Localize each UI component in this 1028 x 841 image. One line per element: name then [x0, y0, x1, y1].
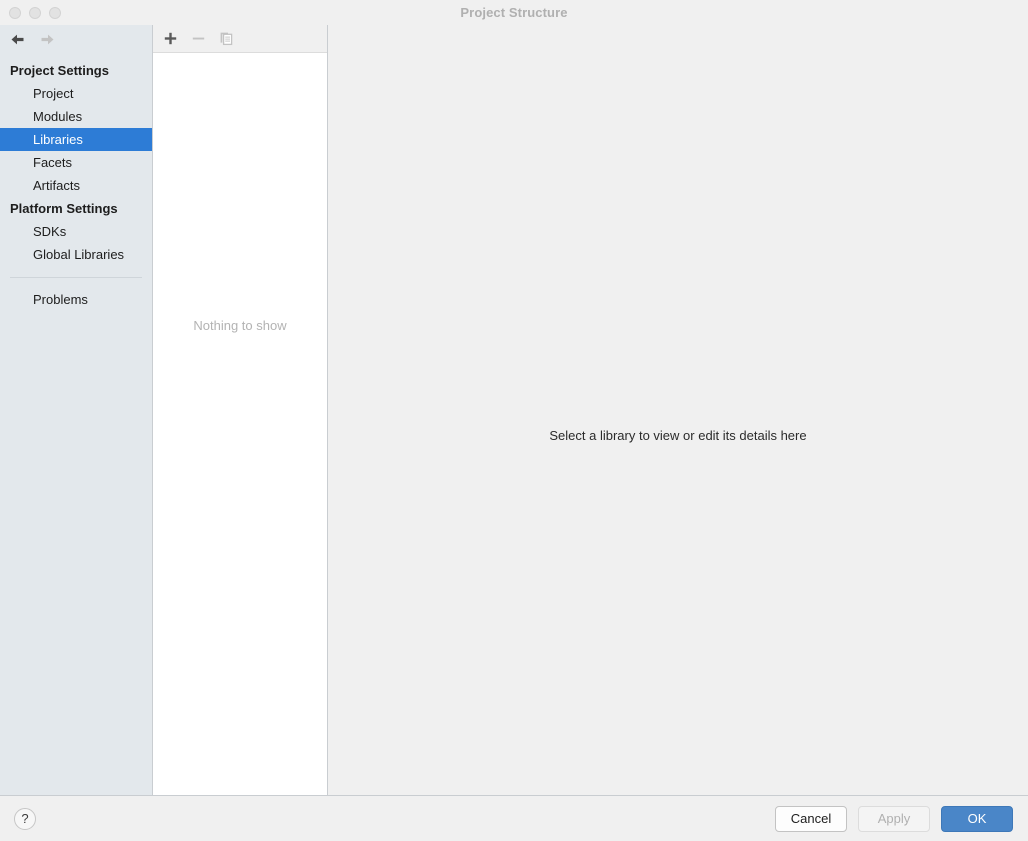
- minimize-window-button[interactable]: [29, 6, 41, 19]
- cancel-button[interactable]: Cancel: [775, 805, 847, 832]
- sidebar-group-project-settings: Project Settings: [10, 63, 109, 78]
- libraries-toolbar: [153, 25, 327, 53]
- dialog-footer: ? Cancel Apply OK: [0, 795, 1028, 841]
- sidebar-item-problems[interactable]: Problems: [0, 288, 152, 311]
- arrow-right-icon: [39, 31, 56, 48]
- sidebar-navigation-bar: [0, 25, 152, 54]
- detail-placeholder-message: Select a library to view or edit its det…: [549, 428, 807, 443]
- libraries-list-panel: Nothing to show: [153, 25, 328, 795]
- library-detail-pane: Select a library to view or edit its det…: [328, 25, 1028, 795]
- sidebar-item-artifacts[interactable]: Artifacts: [0, 174, 152, 197]
- settings-sidebar: Project Settings Project Modules Librari…: [0, 25, 153, 795]
- plus-icon[interactable]: [162, 30, 179, 47]
- project-structure-dialog: Project Structure Project Settings Proje…: [0, 0, 1028, 841]
- title-bar: Project Structure: [0, 0, 1028, 25]
- sidebar-divider: [10, 277, 142, 278]
- dialog-body: Project Settings Project Modules Librari…: [0, 25, 1028, 795]
- window-controls: [0, 6, 61, 19]
- ok-button[interactable]: OK: [941, 805, 1013, 832]
- window-title: Project Structure: [460, 5, 568, 20]
- footer-button-group: Cancel Apply OK: [775, 805, 1013, 832]
- sidebar-item-modules[interactable]: Modules: [0, 105, 152, 128]
- sidebar-item-sdks[interactable]: SDKs: [0, 220, 152, 243]
- help-button[interactable]: ?: [14, 807, 36, 830]
- copy-icon: [218, 30, 235, 47]
- sidebar-item-facets[interactable]: Facets: [0, 151, 152, 174]
- sidebar-item-project[interactable]: Project: [0, 82, 152, 105]
- sidebar-group-platform-settings: Platform Settings: [10, 201, 118, 216]
- sidebar-items-list: Project Settings Project Modules Librari…: [0, 54, 152, 795]
- apply-button: Apply: [858, 805, 930, 832]
- close-window-button[interactable]: [9, 6, 21, 19]
- libraries-list-content[interactable]: Nothing to show: [153, 53, 327, 795]
- empty-list-message: Nothing to show: [193, 318, 287, 333]
- sidebar-item-libraries[interactable]: Libraries: [0, 128, 152, 151]
- minus-icon: [190, 30, 207, 47]
- zoom-window-button[interactable]: [49, 6, 61, 19]
- arrow-left-icon[interactable]: [9, 31, 26, 48]
- sidebar-item-global-libraries[interactable]: Global Libraries: [0, 243, 152, 266]
